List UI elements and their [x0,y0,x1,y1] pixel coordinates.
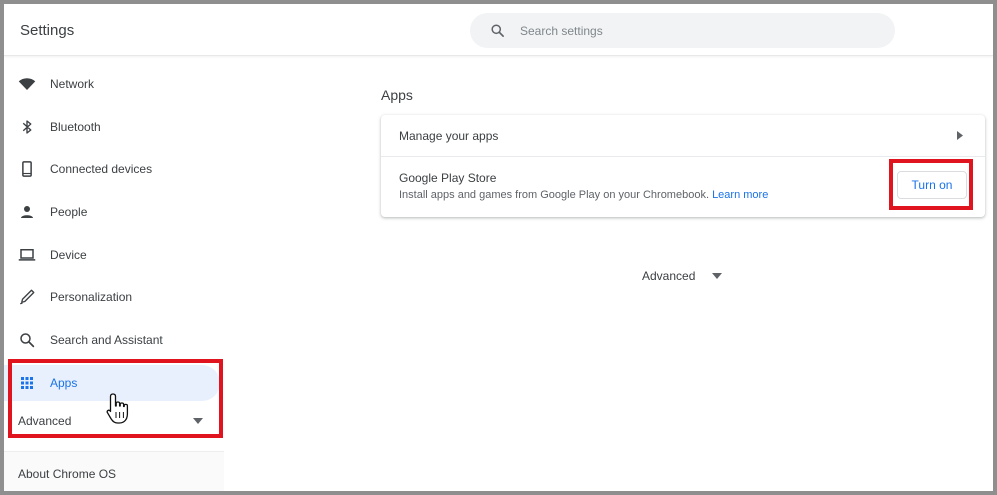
sidebar-item-bluetooth[interactable]: Bluetooth [4,109,220,145]
play-store-title: Google Play Store [399,171,497,185]
sidebar-item-personalization[interactable]: Personalization [4,279,220,315]
sidebar-item-label: People [50,205,88,219]
search-box[interactable] [470,13,895,48]
sidebar-about-chrome-os[interactable]: About Chrome OS [4,451,224,491]
search-icon [20,333,35,348]
play-store-row: Google Play Store Install apps and games… [381,158,985,217]
sidebar-item-label: Connected devices [50,162,153,176]
wifi-icon [18,78,36,90]
sidebar-item-label: Personalization [50,290,133,304]
search-icon [491,24,504,37]
advanced-label: Advanced [642,269,696,283]
settings-window: Settings Network Bluetooth [4,4,993,491]
learn-more-link[interactable]: Learn more [712,189,768,201]
turn-on-button[interactable]: Turn on [897,171,967,199]
apps-grid-icon [21,377,33,389]
manage-apps-row[interactable]: Manage your apps [381,115,985,157]
section-title: Apps [381,87,413,103]
hand-pointer-icon [106,393,129,424]
play-store-description-text: Install apps and games from Google Play … [399,189,709,201]
caret-down-icon [193,418,203,424]
sidebar-item-network[interactable]: Network [4,66,220,102]
advanced-toggle[interactable]: Advanced [642,267,752,285]
sidebar-item-connected-devices[interactable]: Connected devices [4,151,220,187]
manage-apps-label: Manage your apps [399,129,499,143]
header: Settings [4,4,993,56]
sidebar-about-label: About Chrome OS [18,467,117,481]
caret-down-icon [712,273,722,279]
sidebar-item-people[interactable]: People [4,194,220,230]
sidebar-item-label: Network [50,77,95,91]
sidebar-item-label: Bluetooth [50,120,101,134]
sidebar-item-device[interactable]: Device [4,237,220,273]
phone-icon [22,161,32,177]
sidebar-item-search-and-assistant[interactable]: Search and Assistant [4,322,220,358]
page-title: Settings [20,22,75,39]
main-content: Apps Manage your apps Google Play Store … [224,57,993,491]
sidebar-item-label: Search and Assistant [50,333,163,347]
chevron-right-icon [957,131,963,140]
sidebar-advanced-label: Advanced [18,414,72,428]
sidebar-item-label: Device [50,248,87,262]
laptop-icon [18,249,36,261]
apps-card: Manage your apps Google Play Store Insta… [381,115,985,217]
search-input[interactable] [520,21,860,40]
bluetooth-icon [22,120,32,134]
person-icon [21,206,33,218]
pen-icon [20,289,35,305]
play-store-description: Install apps and games from Google Play … [399,189,768,201]
sidebar-item-label: Apps [50,376,78,390]
